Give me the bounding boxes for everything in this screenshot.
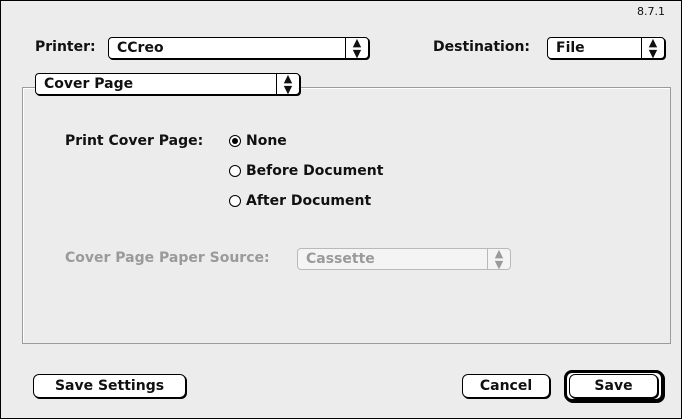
printer-label: Printer:: [35, 39, 96, 55]
radio-selected-icon: [229, 135, 241, 147]
save-settings-label: Save Settings: [54, 378, 165, 394]
panel-popup[interactable]: Cover Page ▲ ▼: [35, 73, 300, 95]
print-cover-page-label: Print Cover Page:: [65, 133, 204, 149]
radio-before-label: Before Document: [246, 163, 384, 179]
save-button[interactable]: Save: [569, 374, 658, 398]
radio-before-document[interactable]: Before Document: [229, 163, 383, 179]
destination-popup[interactable]: File ▲ ▼: [547, 37, 665, 59]
destination-label: Destination:: [433, 39, 531, 55]
up-down-arrows-icon: ▲ ▼: [641, 37, 664, 59]
panel-value: Cover Page: [44, 76, 134, 92]
radio-icon: [229, 165, 241, 177]
cancel-button[interactable]: Cancel: [462, 374, 550, 398]
paper-source-label: Cover Page Paper Source:: [65, 250, 270, 266]
radio-none-label: None: [246, 133, 287, 149]
version-label: 8.7.1: [637, 5, 665, 18]
save-settings-button[interactable]: Save Settings: [33, 374, 186, 398]
radio-icon: [229, 195, 241, 207]
destination-value: File: [556, 40, 585, 56]
save-label: Save: [594, 378, 633, 394]
printer-value: CCreo: [117, 40, 164, 56]
up-down-arrows-icon: ▲ ▼: [487, 248, 510, 270]
printer-popup[interactable]: CCreo ▲ ▼: [108, 37, 369, 59]
paper-source-value: Cassette: [306, 251, 375, 267]
print-dialog: 8.7.1 Printer: CCreo ▲ ▼ Destination: Fil…: [0, 0, 682, 419]
paper-source-popup[interactable]: Cassette ▲ ▼: [297, 248, 511, 270]
cancel-label: Cancel: [479, 378, 533, 394]
radio-after-document[interactable]: After Document: [229, 193, 371, 209]
up-down-arrows-icon: ▲ ▼: [345, 37, 368, 59]
up-down-arrows-icon: ▲ ▼: [276, 73, 299, 95]
cover-page-group: [22, 87, 671, 344]
radio-after-label: After Document: [246, 193, 372, 209]
radio-none[interactable]: None: [229, 133, 287, 149]
